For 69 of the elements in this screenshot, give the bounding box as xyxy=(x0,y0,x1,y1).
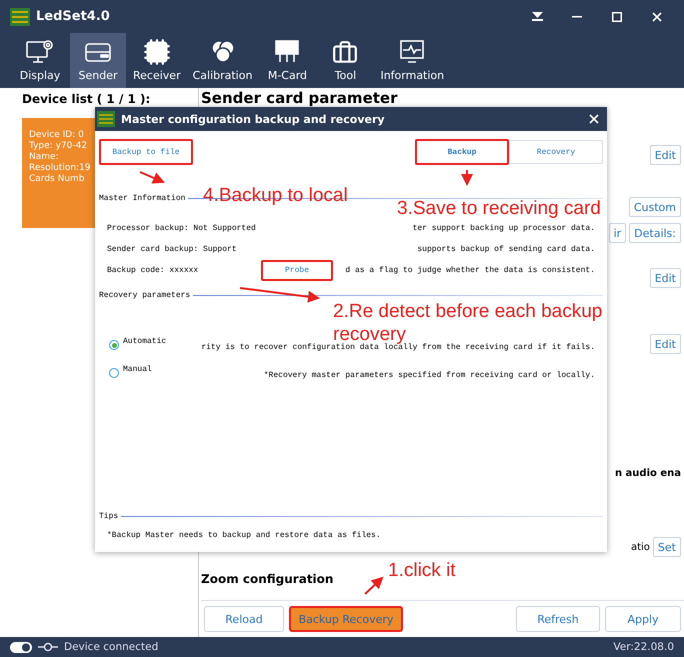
app-logo-icon xyxy=(97,111,115,127)
side-button[interactable]: Details: xyxy=(629,223,681,243)
annotation-arrow xyxy=(140,171,165,184)
annotation-arrow xyxy=(364,576,384,595)
info-note: supports backup of sending card data. xyxy=(417,245,595,254)
window-title: LedSet4.0 xyxy=(36,9,111,24)
device-card[interactable]: Device ID: 0 Type: y70-42 Name: Resolution:19 Cards Numb xyxy=(22,118,95,228)
action-button[interactable]: Reload xyxy=(204,606,284,632)
toolbar-tab[interactable]: Information xyxy=(375,33,450,88)
action-button[interactable]: Apply xyxy=(605,606,681,632)
toolbar-tab[interactable]: Display xyxy=(12,33,68,88)
dialog-tab[interactable]: Recovery xyxy=(509,140,603,164)
option-label: atio xyxy=(630,542,650,552)
connector-icon xyxy=(38,642,58,652)
toolbar-tab[interactable]: Receiver xyxy=(128,33,186,88)
device-info-text: Resolution:19 xyxy=(29,163,92,173)
action-button[interactable]: Refresh xyxy=(516,606,600,632)
close-icon[interactable] xyxy=(589,114,599,124)
dropdown-icon[interactable] xyxy=(532,12,542,21)
device-list-title: Device list ( 1 / 1 ): xyxy=(22,92,152,106)
info-label: Sender card backup: Support xyxy=(107,245,238,254)
probe-button[interactable]: Probe xyxy=(261,260,333,281)
toggle-icon[interactable] xyxy=(10,642,32,652)
group-title: Tips xyxy=(99,512,118,521)
set-button[interactable]: Set xyxy=(652,537,681,557)
dialog-tab[interactable]: Backup xyxy=(415,139,509,165)
edit-button[interactable]: Edit xyxy=(650,334,681,354)
annotation-arrow xyxy=(461,170,473,186)
status-text: Device connected xyxy=(64,641,160,653)
toolbar-tab[interactable]: M-Card xyxy=(259,33,316,88)
app-logo-icon xyxy=(10,8,30,26)
section-title: Zoom configuration xyxy=(201,572,334,586)
toolbar-tab[interactable]: Calibration xyxy=(188,33,258,88)
toolbar-tab[interactable]: Tool xyxy=(317,33,374,88)
briefcase-icon xyxy=(332,40,358,66)
radio-button[interactable] xyxy=(109,340,119,350)
group-title: Master Information xyxy=(99,194,186,203)
edit-button[interactable]: Edit xyxy=(650,268,681,288)
radio-button[interactable] xyxy=(109,368,119,378)
annotation-text: 3.Save to receiving card xyxy=(397,197,601,220)
radio-label: Automatic xyxy=(123,337,166,346)
info-note: ter support backing up processor data. xyxy=(412,224,595,233)
action-button[interactable]: Backup Recovery xyxy=(289,606,403,632)
annotation-text: 1.click it xyxy=(388,559,456,582)
option-note: *Recovery master parameters specified from receiving card or locally. xyxy=(264,371,595,380)
device-info-text: Device ID: 0 xyxy=(29,130,85,140)
toolbar-tab[interactable]: Sender xyxy=(70,33,126,88)
backup-to-file-button[interactable]: Backup to file xyxy=(99,139,193,165)
device-info-text: Type: y70-42 xyxy=(29,141,88,151)
tip-text: *Backup Master needs to backup and restore data as files. xyxy=(107,531,382,540)
panel-title: Sender card parameter xyxy=(201,89,398,109)
radio-label: Manual xyxy=(123,365,152,374)
maximize-icon[interactable] xyxy=(612,12,622,22)
side-button[interactable]: ir xyxy=(608,223,626,243)
close-icon[interactable] xyxy=(652,12,662,22)
info-label: Backup code: xxxxxx xyxy=(107,266,200,275)
edit-button[interactable]: Edit xyxy=(650,145,681,165)
device-info-text: Cards Numb xyxy=(29,174,86,184)
minimize-icon[interactable] xyxy=(572,16,582,18)
dialog-title: Master configuration backup and recovery xyxy=(121,112,386,126)
group-title: Recovery parameters xyxy=(99,291,190,300)
monitor-gear-icon xyxy=(25,38,55,66)
info-note: d as a flag to judge whether the data is consistent. xyxy=(345,266,595,275)
device-info-text: Name: xyxy=(29,152,60,162)
option-label: n audio ena xyxy=(614,468,681,478)
edit-button[interactable]: Custom xyxy=(628,197,681,217)
version-text: Ver:22.08.0 xyxy=(613,641,674,653)
info-label: Processor backup: Not Supported xyxy=(107,224,257,233)
option-note: rity is to recover configuration data locally from the receiving card if it fails. xyxy=(201,343,595,352)
